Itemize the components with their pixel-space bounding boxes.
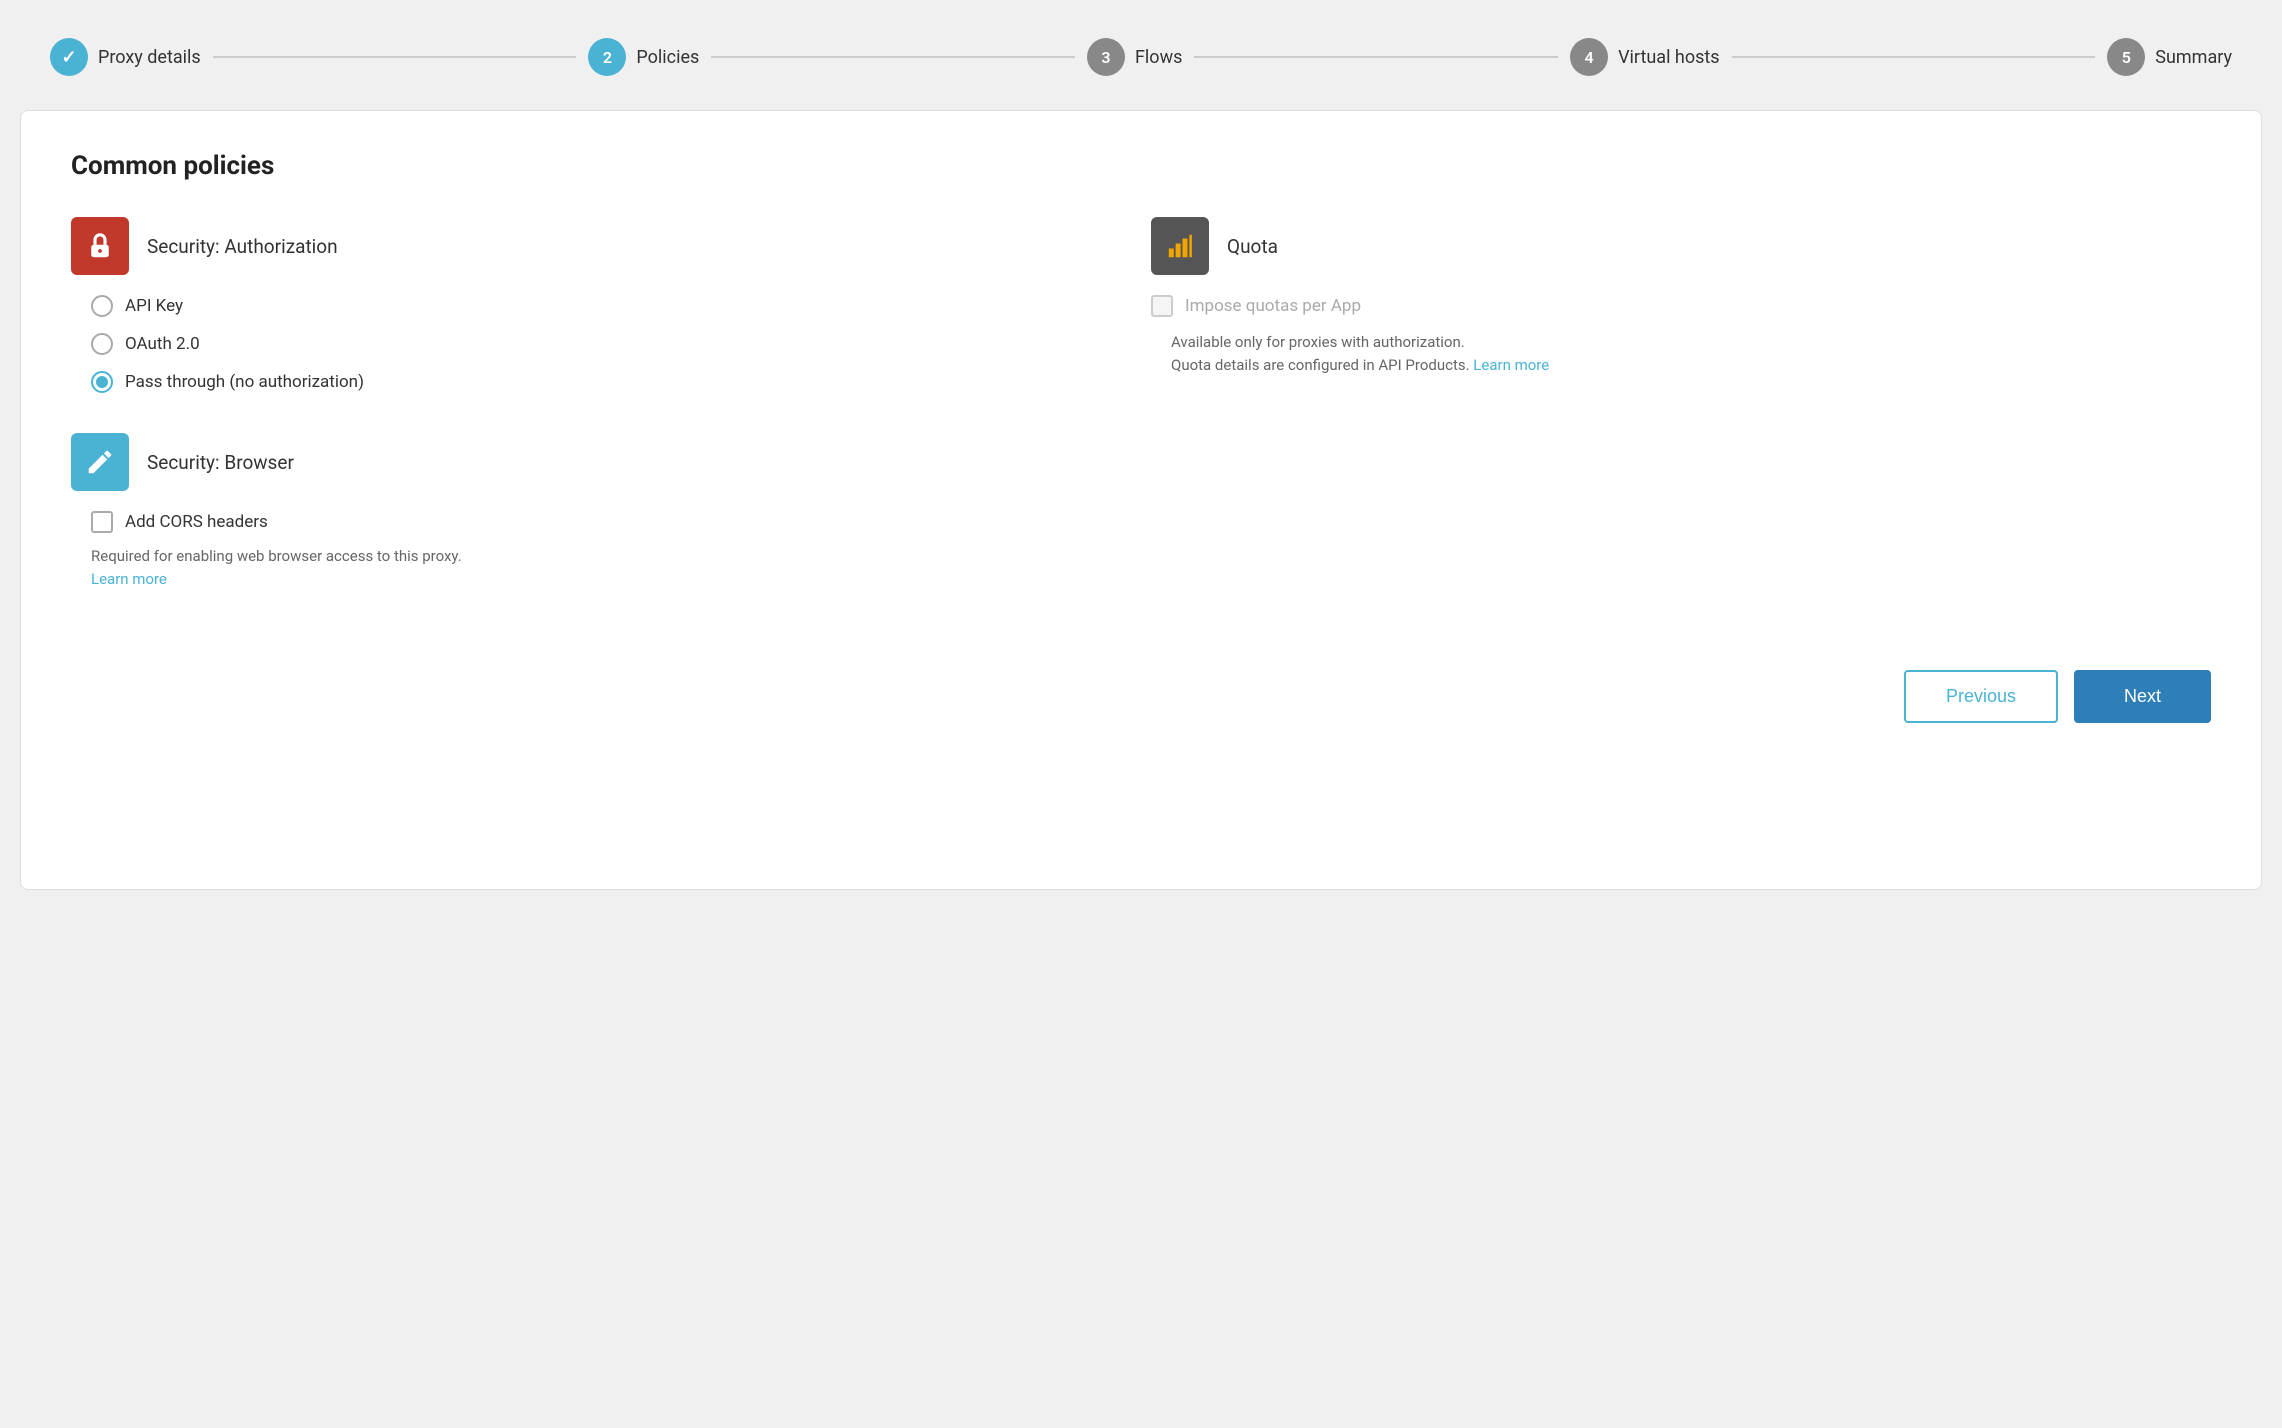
security-browser-icon (71, 433, 129, 491)
radio-oauth-label: OAuth 2.0 (125, 334, 200, 354)
security-browser-title: Security: Browser (147, 451, 294, 474)
quota-icon (1151, 217, 1209, 275)
step-proxy-details[interactable]: ✓ Proxy details (50, 38, 201, 76)
step-circle-flows: 3 (1087, 38, 1125, 76)
step-label-virtual-hosts: Virtual hosts (1618, 47, 1719, 68)
policies-grid: Security: Authorization API Key OAuth 2.… (71, 217, 2211, 433)
quota-checkbox-row: Impose quotas per App (1151, 295, 2211, 317)
step-label-policies: Policies (636, 47, 699, 68)
security-browser-section: Security: Browser Add CORS headers Requi… (71, 433, 2211, 590)
security-authorization-icon (71, 217, 129, 275)
security-authorization-header: Security: Authorization (71, 217, 1141, 275)
step-label-flows: Flows (1135, 47, 1182, 68)
cors-checkbox-option[interactable]: Add CORS headers (91, 511, 2211, 533)
step-circle-policies: 2 (588, 38, 626, 76)
radio-api-key-input[interactable] (91, 295, 113, 317)
step-connector-1 (213, 56, 577, 58)
radio-pass-through-label: Pass through (no authorization) (125, 372, 364, 392)
card-title: Common policies (71, 151, 2211, 181)
step-label-summary: Summary (2155, 47, 2232, 68)
radio-oauth[interactable]: OAuth 2.0 (91, 333, 1141, 355)
quota-section: Quota Impose quotas per App Available on… (1141, 217, 2211, 433)
step-connector-4 (1732, 56, 2096, 58)
radio-options: API Key OAuth 2.0 Pass through (no autho… (71, 295, 1141, 393)
previous-button[interactable]: Previous (1904, 670, 2058, 723)
step-circle-summary: 5 (2107, 38, 2145, 76)
step-flows[interactable]: 3 Flows (1087, 38, 1182, 76)
radio-pass-through[interactable]: Pass through (no authorization) (91, 371, 1141, 393)
step-label-proxy-details: Proxy details (98, 47, 201, 68)
stepper: ✓ Proxy details 2 Policies 3 Flows 4 Vir… (20, 20, 2262, 94)
security-authorization-section: Security: Authorization API Key OAuth 2.… (71, 217, 1141, 393)
cors-checkbox-label: Add CORS headers (125, 512, 268, 532)
step-virtual-hosts[interactable]: 4 Virtual hosts (1570, 38, 1719, 76)
step-circle-proxy-details: ✓ (50, 38, 88, 76)
radio-oauth-input[interactable] (91, 333, 113, 355)
security-browser-header: Security: Browser (71, 433, 2211, 491)
cors-learn-more-link[interactable]: Learn more (91, 570, 167, 588)
quota-checkbox[interactable] (1151, 295, 1173, 317)
step-connector-3 (1194, 56, 1558, 58)
radio-pass-through-input[interactable] (91, 371, 113, 393)
cors-checkbox[interactable] (91, 511, 113, 533)
step-connector-2 (711, 56, 1075, 58)
quota-learn-more-link[interactable]: Learn more (1473, 356, 1549, 374)
radio-api-key-label: API Key (125, 296, 183, 316)
quota-checkbox-label: Impose quotas per App (1185, 296, 1361, 316)
quota-title: Quota (1227, 235, 1278, 258)
main-card: Common policies Security: Authorization (20, 110, 2262, 890)
quota-desc: Available only for proxies with authoriz… (1151, 331, 2211, 376)
radio-api-key[interactable]: API Key (91, 295, 1141, 317)
cors-desc: Required for enabling web browser access… (91, 545, 2211, 590)
step-summary[interactable]: 5 Summary (2107, 38, 2232, 76)
next-button[interactable]: Next (2074, 670, 2211, 723)
quota-header: Quota (1151, 217, 2211, 275)
security-authorization-title: Security: Authorization (147, 235, 338, 258)
step-circle-virtual-hosts: 4 (1570, 38, 1608, 76)
radio-pass-through-dot (96, 376, 108, 388)
step-policies[interactable]: 2 Policies (588, 38, 699, 76)
footer: Previous Next (71, 650, 2211, 723)
